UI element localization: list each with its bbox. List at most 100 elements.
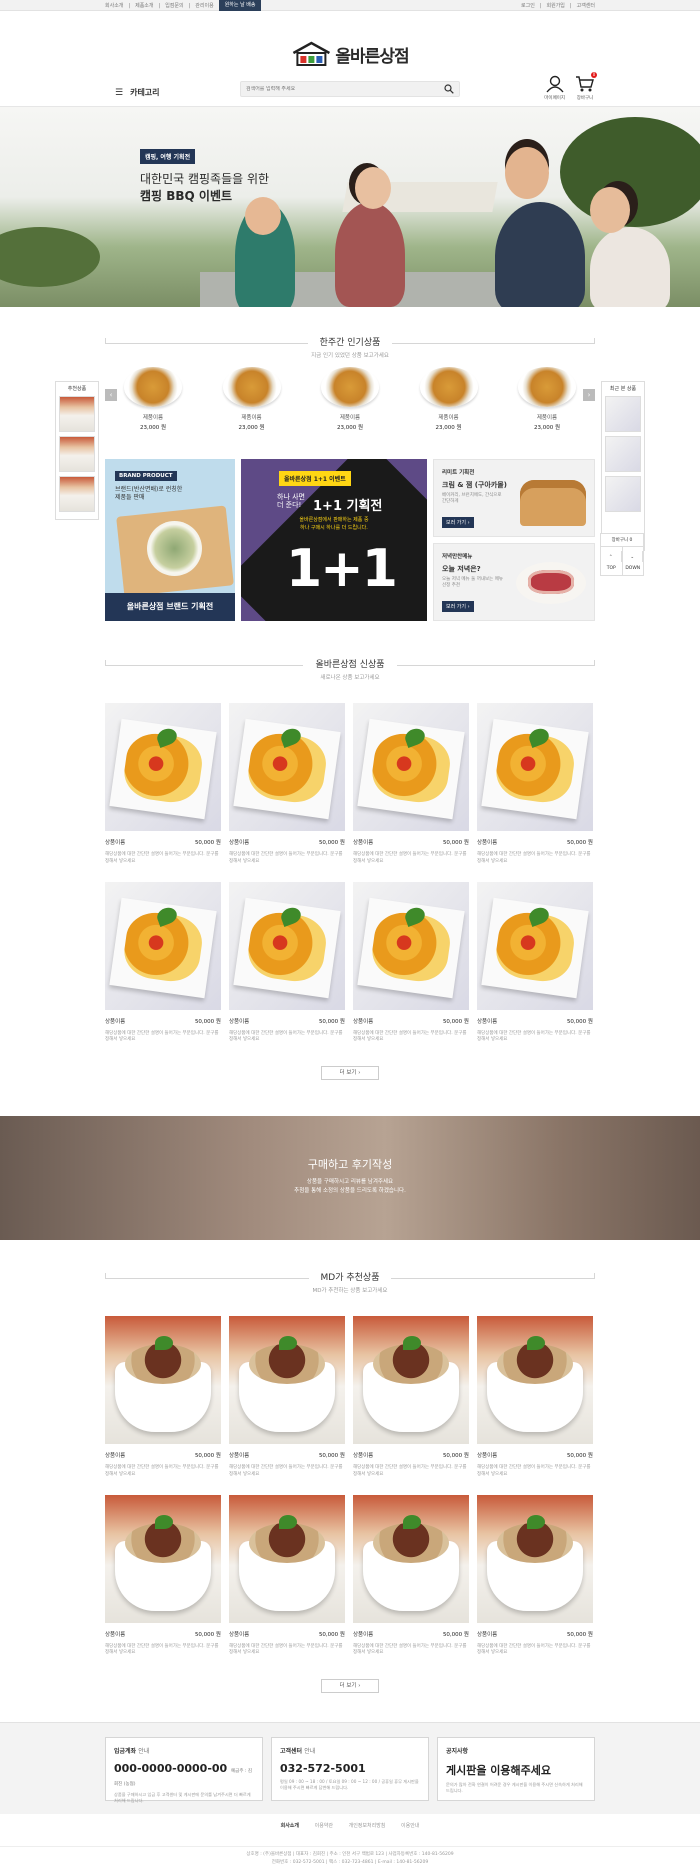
product-image[interactable]: [105, 703, 221, 831]
product-name: 상품이름: [229, 1631, 250, 1638]
product-card[interactable]: 상품이름 50,000 원 해당상품에 대한 간단한 설명이 들어가는 부분입니다.…: [353, 881, 469, 1045]
product-desc: 해당상품에 대한 간단한 설명이 들어가는 부분입니다. 문구를 정해서 넣으세…: [229, 1030, 343, 1043]
product-desc: 해당상품에 대한 간단한 설명이 들어가는 부분입니다. 문구를 정해서 넣으세…: [353, 1465, 467, 1477]
scroll-down-button[interactable]: ⌄ DOWN: [623, 547, 643, 575]
product-price: 50,000 원: [566, 1453, 593, 1459]
login-link[interactable]: 로그인: [521, 2, 535, 9]
brand-banner[interactable]: BRAND PRODUCT 브랜드(반산면배)로 런칭한 제품들 판매 올바른상…: [105, 459, 235, 621]
search-icon[interactable]: [444, 84, 454, 94]
brand-banner-caption: 올바른상점 브랜드 기획전: [105, 593, 235, 621]
product-image[interactable]: [353, 1494, 469, 1623]
category-menu-button[interactable]: ☰ 카테고리: [115, 87, 160, 98]
food-shape: [125, 1344, 201, 1384]
carousel-next-arrow[interactable]: ›: [583, 389, 595, 401]
product-card[interactable]: 상품이름 50,000 원 해당상품에 대한 간단한 설명이 들어가는 부분입니다.…: [229, 703, 345, 866]
product-card[interactable]: 상품이름 50,000 원 해당상품에 대한 간단한 설명이 들어가는 부분입니다.…: [105, 881, 221, 1045]
product-image[interactable]: [477, 881, 593, 1010]
product-image[interactable]: [477, 1316, 593, 1444]
product-image[interactable]: [105, 1316, 221, 1444]
footer-link-privacy[interactable]: 개인정보처리방침: [349, 1823, 386, 1829]
notice-box[interactable]: 공지사항 게시판을 이용해주세요 문의가 많아 전화 연결이 어려운 경우 게시…: [437, 1737, 595, 1801]
product-card[interactable]: 상품이름 50,000 원 해당상품에 대한 간단한 설명이 들어가는 부분입니다.…: [105, 1316, 221, 1479]
product-card[interactable]: 상품이름 50,000 원 해당상품에 대한 간단한 설명이 들어가는 부분입니다.…: [105, 703, 221, 866]
footer-link-company[interactable]: 회사소개: [281, 1823, 299, 1829]
product-image[interactable]: [229, 1494, 345, 1623]
product-name: 상품이름: [353, 1631, 374, 1638]
dinner-more-button[interactable]: 보러 가기 ›: [442, 601, 474, 612]
recommend-thumb[interactable]: [59, 476, 95, 512]
top-link-products[interactable]: 제품소개: [135, 2, 153, 9]
md-products-more-button[interactable]: 더 보기 ›: [321, 1679, 379, 1693]
product-card[interactable]: 상품이름 50,000 원 해당상품에 대한 간단한 설명이 들어가는 부분입니다.…: [229, 1316, 345, 1479]
site-logo[interactable]: 올바른상점: [291, 41, 410, 67]
product-image[interactable]: [477, 703, 593, 831]
footer-copy-line1: 상호명 : (주)올바른상점 | 대표자 : 김회진 | 주소 : 인천 서구 …: [246, 1852, 454, 1857]
top-link-guide[interactable]: 관리이용: [195, 2, 213, 9]
recommend-thumb[interactable]: [59, 436, 95, 472]
scroll-top-button[interactable]: ⌃ TOP: [601, 547, 623, 575]
carousel-prev-arrow[interactable]: ‹: [105, 389, 117, 401]
center-note: 평일 09 : 00 ~ 18 : 00 / 토요일 09 : 00 ~ 12 …: [280, 1779, 419, 1791]
new-products-subtitle: 새로나온 상품 보고가세요: [320, 675, 380, 681]
product-card[interactable]: 상품이름 50,000 원 해당상품에 대한 간단한 설명이 들어가는 부분입니다.…: [477, 1316, 593, 1479]
product-image[interactable]: [229, 881, 345, 1010]
recommend-sidebar-title: 추천상품: [67, 386, 87, 392]
top-link-inquiry[interactable]: 입점문의: [165, 2, 183, 9]
recommend-thumb[interactable]: [59, 396, 95, 432]
footer-link-terms[interactable]: 이용약관: [315, 1823, 333, 1829]
product-card[interactable]: 상품이름 50,000 원 해당상품에 대한 간단한 설명이 들어가는 부분입니다.…: [229, 881, 345, 1045]
cart-button[interactable]: 0 장바구니: [575, 72, 597, 101]
product-image[interactable]: [105, 881, 221, 1010]
signup-link[interactable]: 회원가입: [547, 2, 565, 9]
review-line2: 추첨을 통해 소정의 상품을 드리도록 하겠습니다.: [294, 1187, 406, 1194]
recent-thumb[interactable]: [605, 396, 641, 432]
product-card[interactable]: 상품이름 50,000 원 해당상품에 대한 간단한 설명이 들어가는 부분입니다.…: [105, 1494, 221, 1658]
new-products-more-button[interactable]: 더 보기 ›: [321, 1066, 379, 1080]
category-label: 카테고리: [130, 88, 160, 97]
product-card[interactable]: 상품이름 50,000 원 해당상품에 대한 간단한 설명이 들어가는 부분입니다.…: [477, 1494, 593, 1658]
product-image[interactable]: [229, 703, 345, 831]
product-card[interactable]: 상품이름 50,000 원 해당상품에 대한 간단한 설명이 들어가는 부분입니다.…: [229, 1494, 345, 1658]
herb-shape: [403, 1336, 421, 1350]
product-name: 상품이름: [105, 840, 126, 846]
dinner-banner[interactable]: 저녁만찬메뉴 오늘 저녁은? 오늘 저녁 메뉴 둘 꺼내보는 메뉴 선정 추천 …: [433, 543, 595, 621]
product-image[interactable]: [477, 1494, 593, 1623]
footer-link-guide[interactable]: 이용안내: [401, 1823, 419, 1829]
popular-item[interactable]: 제품이름 23,000 원: [515, 367, 579, 431]
limited-more-button[interactable]: 보러 가기 ›: [442, 517, 474, 528]
product-name: 상품이름: [353, 1018, 374, 1025]
product-card[interactable]: 상품이름 50,000 원 해당상품에 대한 간단한 설명이 들어가는 부분입니다.…: [353, 1494, 469, 1658]
product-image[interactable]: [105, 1494, 221, 1623]
popular-item[interactable]: 제품이름 23,000 원: [417, 367, 481, 431]
product-card[interactable]: 상품이름 50,000 원 해당상품에 대한 간단한 설명이 들어가는 부분입니다.…: [353, 1316, 469, 1479]
tree-shape: [0, 227, 100, 287]
hamburger-icon: ☰: [115, 87, 124, 98]
product-price: 50,000 원: [194, 1631, 221, 1638]
popular-item[interactable]: 제품이름 23,000 원: [220, 367, 284, 431]
product-image[interactable]: [353, 881, 469, 1010]
popular-item[interactable]: 제품이름 23,000 원: [318, 367, 382, 431]
footer-links: 회사소개 이용약관 개인정보처리방침 이용안내: [0, 1822, 700, 1829]
top-link-company[interactable]: 회사소개: [105, 2, 123, 9]
customer-center-link[interactable]: 고객센터: [577, 2, 595, 9]
popular-item[interactable]: 제품이름 23,000 원: [121, 367, 185, 431]
recent-thumb[interactable]: [605, 436, 641, 472]
recent-thumb[interactable]: [605, 476, 641, 512]
bread-image: [520, 480, 586, 526]
product-card[interactable]: 상품이름 50,000 원 해당상품에 대한 간단한 설명이 들어가는 부분입니다.…: [477, 703, 593, 866]
one-plus-one-banner[interactable]: 올바른상점 1+1 이벤트 하나 사면 더 준다! 1+1 기획전 올바른상점에…: [241, 459, 427, 621]
top-link-delivery[interactable]: 원하는 날 배송: [218, 0, 262, 11]
product-image[interactable]: [353, 1316, 469, 1444]
product-card[interactable]: 상품이름 50,000 원 해당상품에 대한 간단한 설명이 들어가는 부분입니다.…: [353, 703, 469, 866]
review-banner[interactable]: 구매하고 후기작성 상품을 구매하시고 리뷰를 남겨주세요 추첨을 통해 소정의…: [0, 1116, 700, 1240]
quick-cart[interactable]: 장바구니 0: [601, 534, 643, 547]
tree-shape: [560, 117, 700, 227]
mypage-button[interactable]: 마이페이지: [544, 75, 565, 101]
product-image[interactable]: [353, 703, 469, 831]
product-card[interactable]: 상품이름 50,000 원 해당상품에 대한 간단한 설명이 들어가는 부분입니다.…: [477, 881, 593, 1045]
hero-banner[interactable]: 캠핑, 여행 기획전 대한민국 캠핑족들을 위한 캠핑 BBQ 이벤트: [0, 107, 700, 307]
product-image[interactable]: [229, 1316, 345, 1444]
limited-banner[interactable]: 리미트 기획전 크림 & 잼 (구아카몰) 베이커리, 브런치에도, 간식으로 …: [433, 459, 595, 537]
product-image: [419, 367, 478, 407]
search-input[interactable]: [246, 86, 444, 92]
